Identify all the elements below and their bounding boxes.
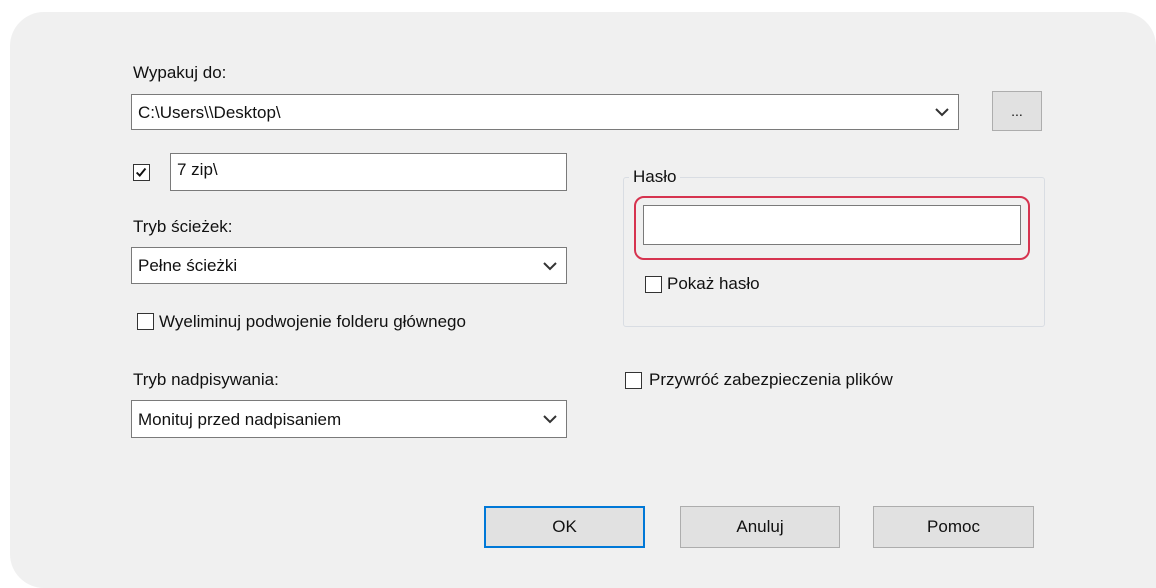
extract-path-value: C:\Users\\Desktop\ [138,102,281,122]
path-mode-value: Pełne ścieżki [138,256,238,275]
restore-security-checkbox[interactable] [625,372,642,389]
subfolder-checkbox[interactable] [133,164,150,181]
cancel-button[interactable]: Anuluj [680,506,840,548]
restore-security-label: Przywróć zabezpieczenia plików [649,370,893,389]
help-button[interactable]: Pomoc [873,506,1034,548]
subfolder-input[interactable]: 7 zip\ [170,153,567,191]
chevron-down-icon[interactable] [542,414,558,424]
chevron-down-icon[interactable] [934,107,950,117]
show-password-checkbox[interactable] [645,276,662,293]
path-mode-select[interactable]: Pełne ścieżki [131,247,567,284]
password-input[interactable] [643,205,1021,245]
password-group-title: Hasło [629,167,681,187]
extract-to-label: Wypakuj do: [133,63,227,82]
show-password-label: Pokaż hasło [667,274,760,293]
overwrite-mode-select[interactable]: Monituj przed nadpisaniem [131,400,567,438]
chevron-down-icon[interactable] [542,261,558,271]
overwrite-mode-label: Tryb nadpisywania: [133,370,279,389]
ok-button[interactable]: OK [484,506,645,548]
browse-button[interactable]: ... [992,91,1042,131]
eliminate-duplicate-checkbox[interactable] [137,313,154,330]
path-mode-label: Tryb ścieżek: [133,217,233,236]
extract-path-combobox[interactable]: C:\Users\\Desktop\ [131,94,959,130]
overwrite-mode-value: Monituj przed nadpisaniem [138,409,342,429]
checkmark-icon [135,167,147,178]
eliminate-duplicate-label: Wyeliminuj podwojenie folderu głównego [159,312,466,331]
subfolder-value: 7 zip\ [177,160,218,179]
